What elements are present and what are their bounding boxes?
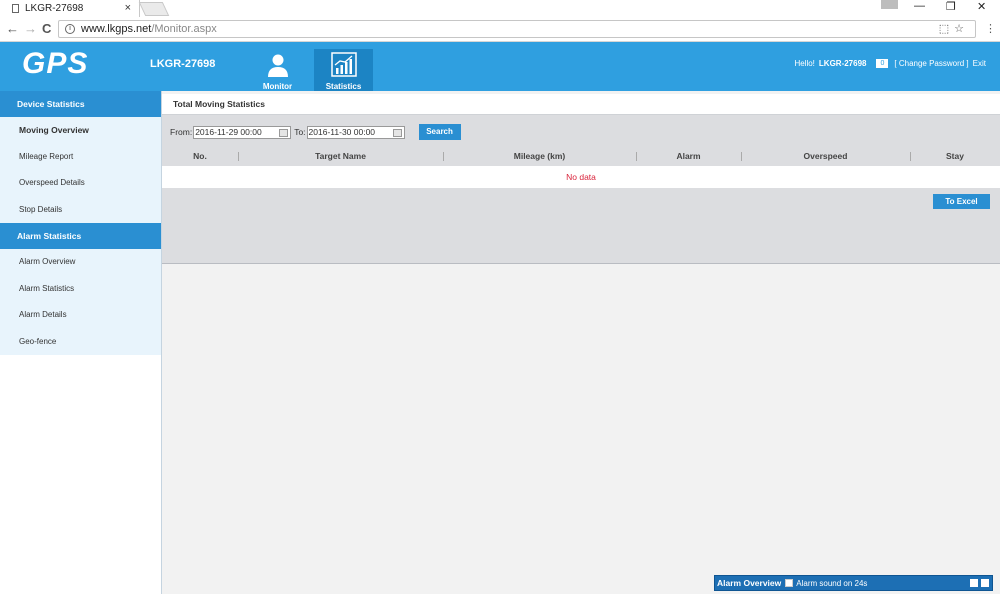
gps-logo: GPS <box>22 47 89 80</box>
search-button[interactable]: Search <box>418 124 461 140</box>
url-path: /Monitor.aspx <box>151 23 217 35</box>
alarm-sound-label: Alarm sound on 24s <box>796 578 868 588</box>
nav-statistics[interactable]: Statistics <box>314 49 373 91</box>
no-data-message: No data <box>162 166 1000 188</box>
to-date-value: 2016-11-30 00:00 <box>308 127 376 137</box>
alarm-overview-bar[interactable]: Alarm Overview Alarm sound on 24s <box>714 575 993 591</box>
column-header[interactable]: Overspeed <box>741 147 910 166</box>
browser-tab[interactable]: LKGR-27698 × <box>0 0 140 17</box>
hello-user: LKGR-27698 <box>818 59 867 68</box>
user-icon <box>267 54 288 77</box>
user-greeting: Hello! LKGR-27698 0 [ Change Password ] … <box>794 59 986 68</box>
sidebar-item-geo-fence[interactable]: Geo-fence <box>0 328 161 355</box>
browser-menu-icon[interactable]: ⋮ <box>985 22 996 35</box>
main-content: Total Moving Statistics From: 2016-11-29… <box>162 91 1000 594</box>
minimize-icon[interactable] <box>970 579 978 587</box>
to-date-input[interactable]: 2016-11-30 00:00 <box>306 125 405 139</box>
sidebar-group-device-statistics[interactable]: Device Statistics <box>0 91 161 117</box>
alarm-overview-title: Alarm Overview <box>717 578 782 588</box>
nav-monitor[interactable]: Monitor <box>248 49 307 91</box>
sidebar-item-mileage-report[interactable]: Mileage Report <box>0 143 161 170</box>
close-window-button[interactable]: ✕ <box>977 0 986 13</box>
app-header: GPS LKGR-27698 Monitor Statistics Hello!… <box>0 42 1000 91</box>
column-header[interactable]: No. <box>162 147 238 166</box>
tab-close-icon[interactable]: × <box>125 2 131 14</box>
browser-tabbar: LKGR-27698 × — ❐ ✕ <box>0 0 1000 17</box>
column-header[interactable]: Target Name <box>238 147 443 166</box>
table-header: No. Target Name Mileage (km) Alarm Overs… <box>162 147 1000 166</box>
change-password-link[interactable]: [ Change Password ] <box>894 59 968 68</box>
nav-statistics-label: Statistics <box>325 82 362 91</box>
back-arrow-icon[interactable]: ← <box>6 21 19 36</box>
reload-icon[interactable]: C <box>42 21 51 36</box>
column-header[interactable]: Alarm <box>636 147 741 166</box>
new-tab-button[interactable] <box>138 2 170 16</box>
column-header[interactable]: Mileage (km) <box>443 147 636 166</box>
message-count-badge[interactable]: 0 <box>876 59 889 68</box>
alarm-sound-checkbox[interactable] <box>785 579 794 587</box>
hello-text: Hello! <box>794 59 815 68</box>
from-date-input[interactable]: 2016-11-29 00:00 <box>193 125 292 139</box>
page-title: Total Moving Statistics <box>162 94 1000 115</box>
sidebar-item-moving-overview[interactable]: Moving Overview <box>0 117 161 144</box>
maximize-icon[interactable] <box>981 579 989 587</box>
from-label: From: <box>170 127 193 137</box>
tab-title: LKGR-27698 <box>25 3 84 14</box>
sidebar-group-alarm-statistics[interactable]: Alarm Statistics <box>0 223 161 249</box>
calendar-icon[interactable] <box>279 128 289 137</box>
nav-monitor-label: Monitor <box>262 82 293 91</box>
to-label: To: <box>294 127 306 137</box>
url-text: www.lkgps.net/Monitor.aspx <box>81 23 217 35</box>
statistics-panel: Total Moving Statistics From: 2016-11-29… <box>162 94 1000 264</box>
calendar-icon[interactable] <box>392 128 402 137</box>
minimize-button[interactable]: — <box>914 0 925 12</box>
forward-arrow-icon[interactable]: → <box>24 21 37 36</box>
url-host: www.lkgps.net <box>81 23 152 35</box>
date-filter: From: 2016-11-29 00:00 To: 2016-11-30 00… <box>170 124 461 140</box>
address-bar-row: ← → C i www.lkgps.net/Monitor.aspx ⬚☆ ⋮ <box>0 17 1000 42</box>
exit-link[interactable]: Exit <box>973 59 986 68</box>
restore-button[interactable]: ❐ <box>946 0 956 13</box>
document-icon <box>12 4 19 13</box>
info-icon[interactable]: i <box>65 24 75 34</box>
sidebar-item-alarm-details[interactable]: Alarm Details <box>0 302 161 329</box>
sidebar-item-stop-details[interactable]: Stop Details <box>0 196 161 223</box>
export-excel-button[interactable]: To Excel <box>933 194 990 209</box>
column-header[interactable]: Stay <box>910 147 1000 166</box>
url-input[interactable]: i www.lkgps.net/Monitor.aspx ⬚☆ <box>58 20 976 38</box>
profile-icon[interactable] <box>881 0 898 9</box>
from-date-value: 2016-11-29 00:00 <box>195 127 262 137</box>
sidebar-item-overspeed-details[interactable]: Overspeed Details <box>0 170 161 197</box>
account-name: LKGR-27698 <box>150 58 216 70</box>
bookmark-star-icon[interactable]: ⬚☆ <box>939 22 969 35</box>
alarm-bar-controls <box>970 579 989 587</box>
chart-icon <box>330 52 357 77</box>
sidebar: Device Statistics Moving Overview Mileag… <box>0 91 162 594</box>
sidebar-item-alarm-statistics[interactable]: Alarm Statistics <box>0 275 161 302</box>
sidebar-item-alarm-overview[interactable]: Alarm Overview <box>0 249 161 276</box>
